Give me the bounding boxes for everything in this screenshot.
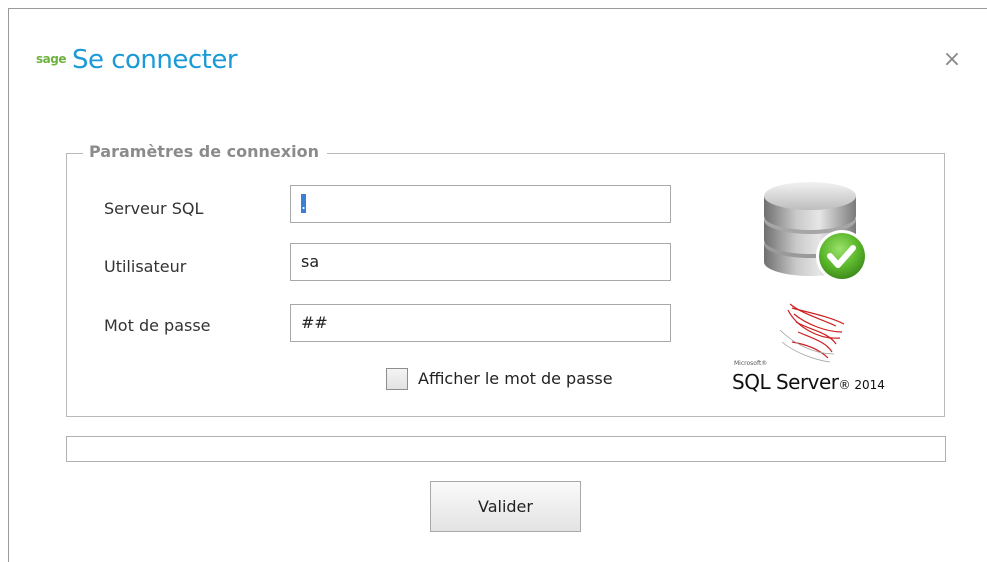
validate-button[interactable]: Valider: [430, 481, 581, 532]
dialog-header: sage Se connecter: [36, 40, 238, 80]
connection-progress-bar: [66, 436, 946, 462]
sql-server-product: SQL Server: [732, 370, 839, 394]
show-password-label[interactable]: Afficher le mot de passe: [418, 368, 613, 390]
show-password-checkbox[interactable]: [386, 368, 408, 390]
close-icon[interactable]: ×: [937, 45, 967, 75]
sql-server-version: ® 2014: [838, 378, 885, 392]
password-label: Mot de passe: [104, 316, 211, 335]
microsoft-wordmark: Microsoft®: [734, 360, 768, 367]
server-input[interactable]: .: [290, 185, 671, 223]
dialog-title: Se connecter: [71, 45, 238, 75]
server-value: .: [301, 194, 307, 213]
sql-server-wordmark: SQL Server® 2014: [732, 370, 885, 394]
server-label: Serveur SQL: [104, 199, 204, 218]
connection-settings-legend: Paramètres de connexion: [83, 140, 327, 164]
user-input[interactable]: sa: [290, 243, 671, 281]
user-label: Utilisateur: [104, 257, 187, 276]
sage-logo: sage: [36, 52, 66, 66]
database-check-icon: [764, 182, 868, 282]
password-input[interactable]: ##: [290, 304, 671, 342]
